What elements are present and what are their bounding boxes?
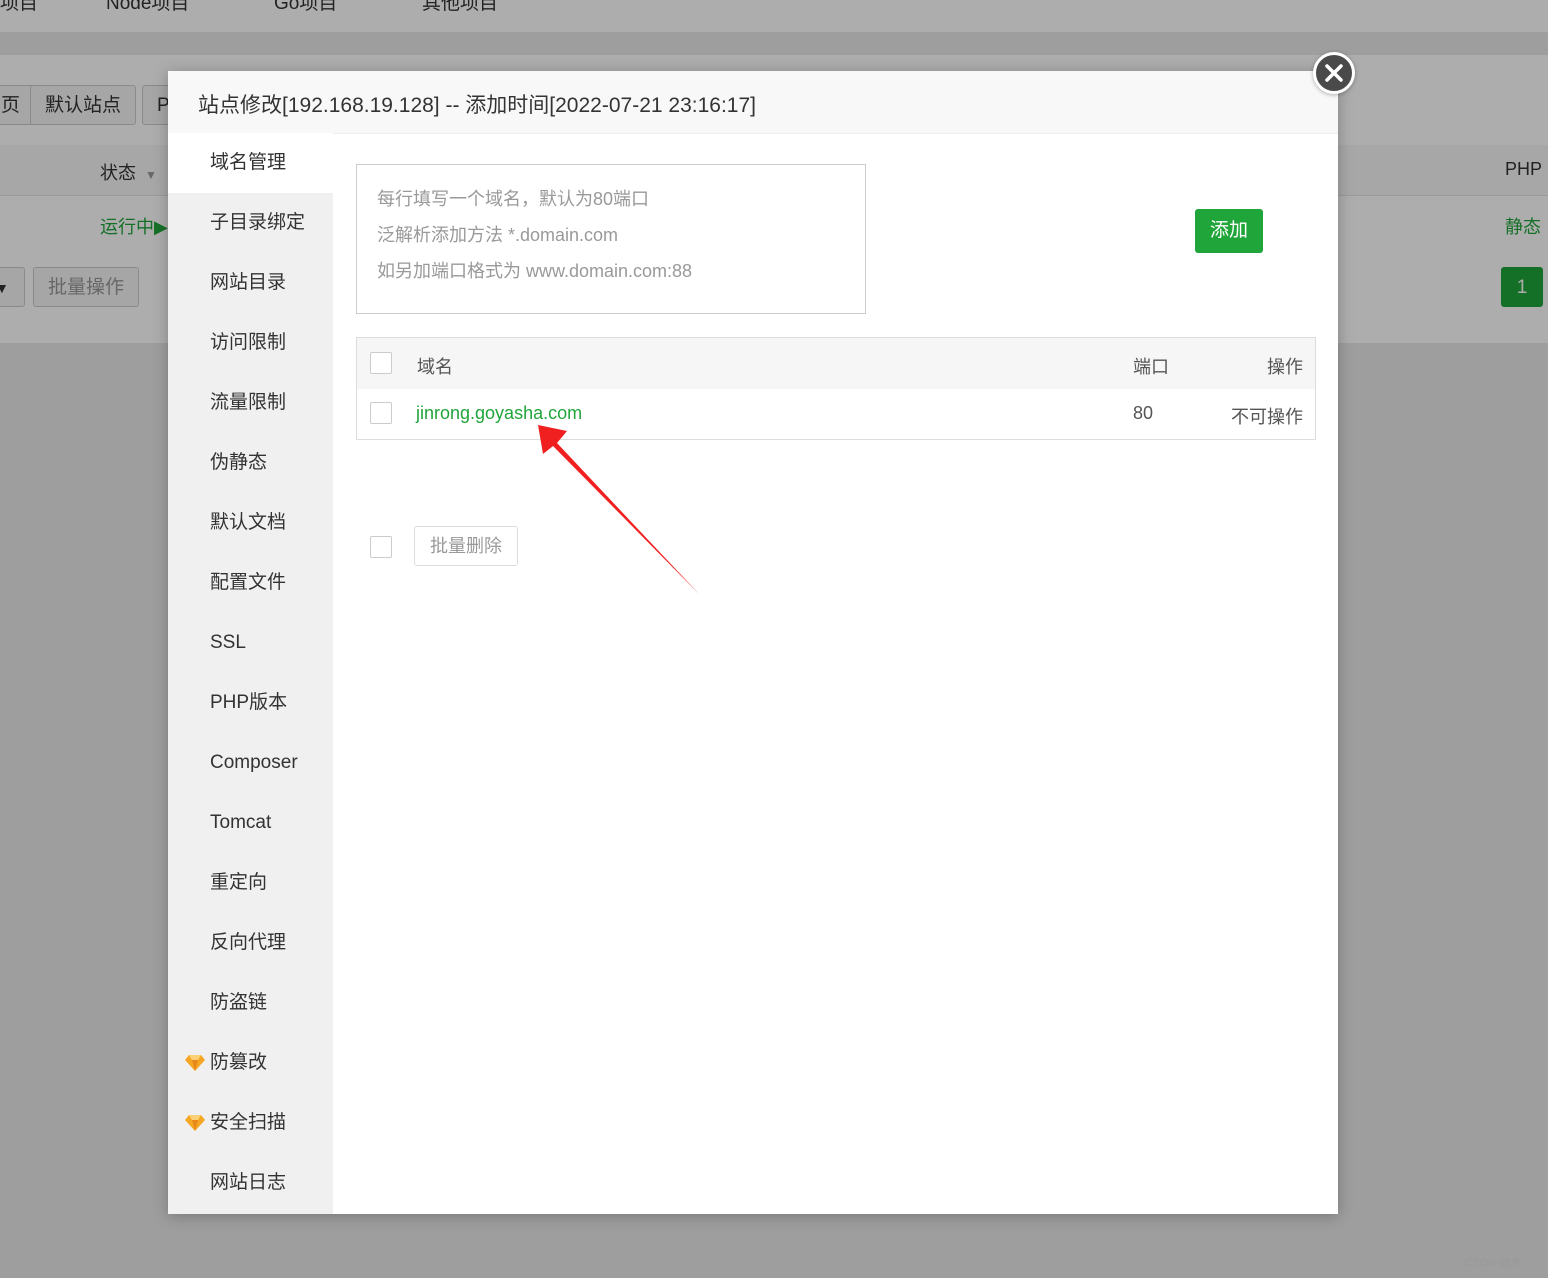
watermark: CSDN @木··· [1464,1257,1532,1269]
arrow-head-icon [538,425,700,595]
close-icon [1325,64,1343,82]
annotation-arrow [538,425,700,595]
close-modal-button[interactable] [1313,52,1355,94]
